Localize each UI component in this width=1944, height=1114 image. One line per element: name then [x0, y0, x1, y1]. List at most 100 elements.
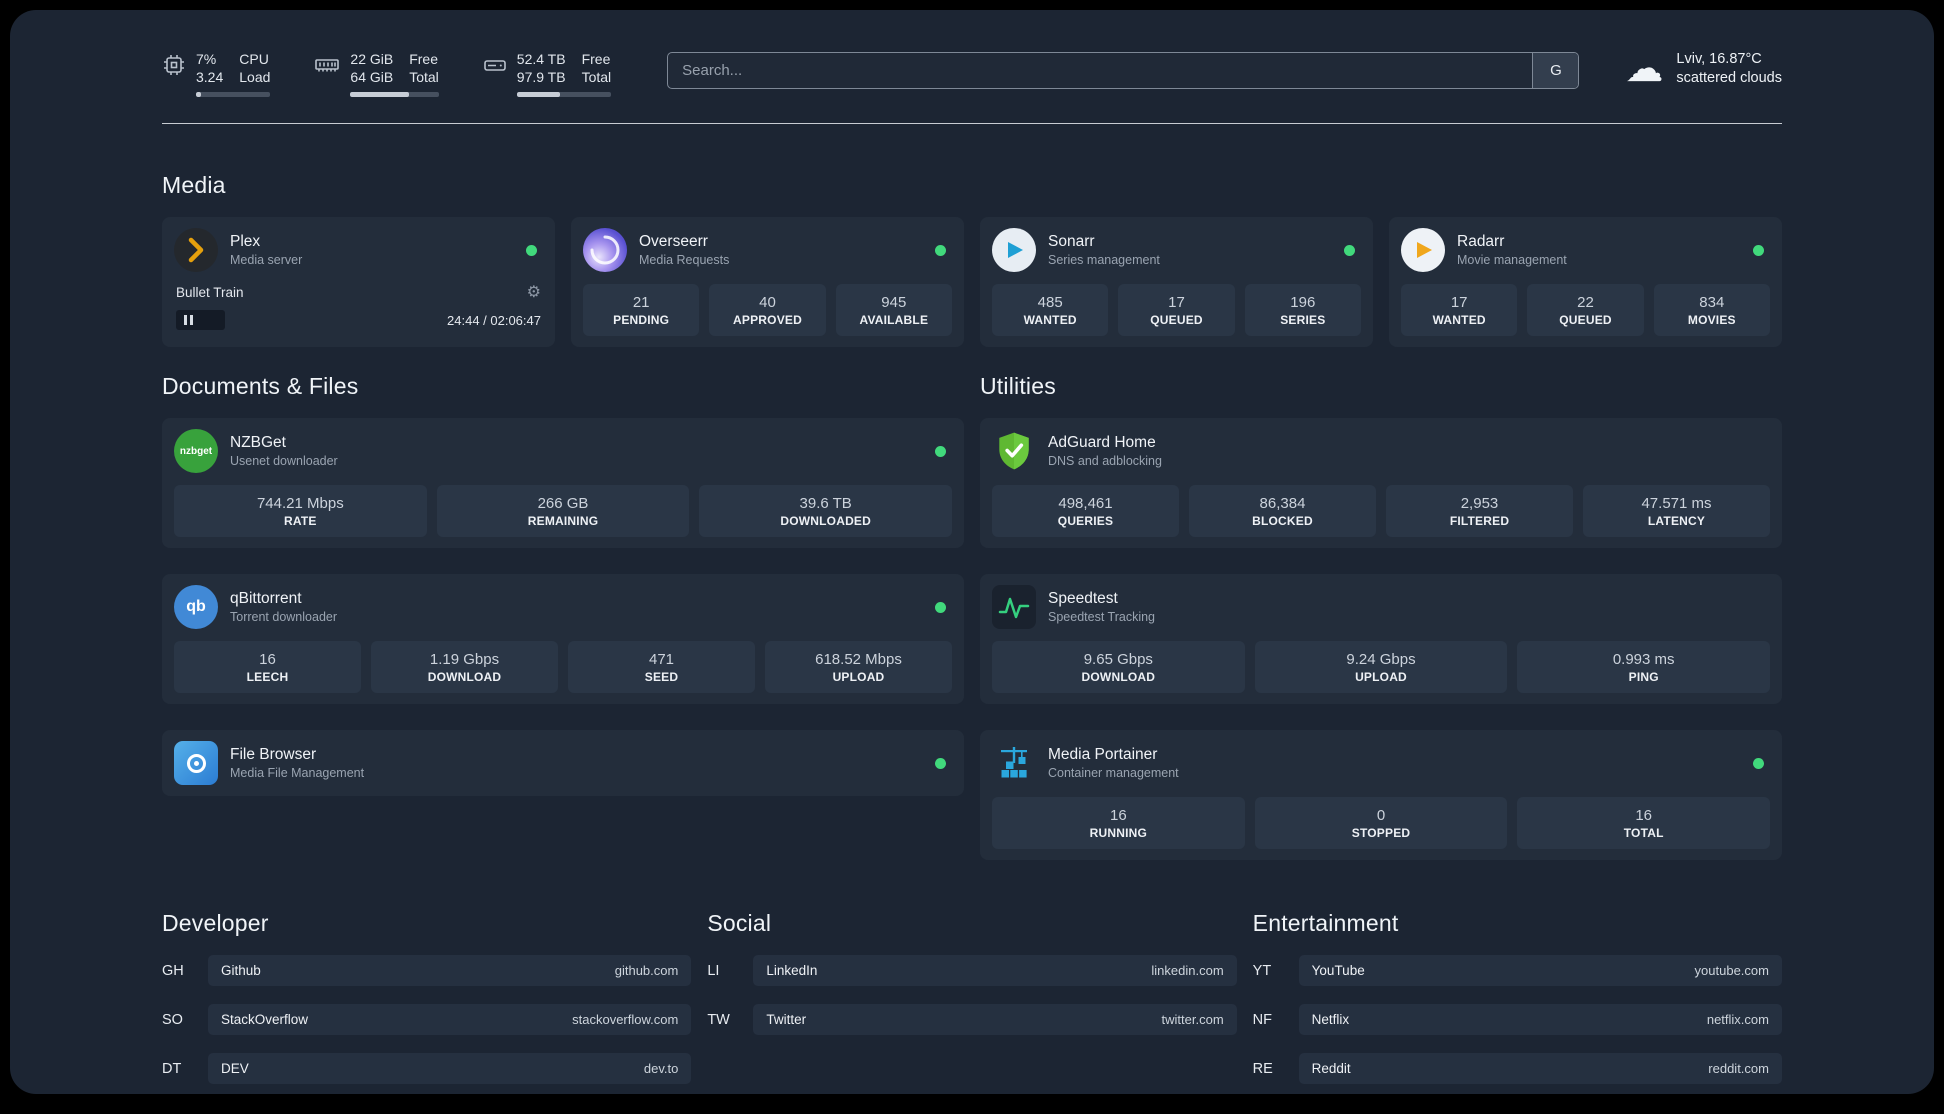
search-bar: G — [667, 52, 1580, 89]
app-link-sonarr[interactable]: Sonarr Series management — [992, 228, 1361, 272]
stat-tile: 16 RUNNING — [992, 797, 1245, 849]
app-card-nzbget: nzbget NZBGet Usenet downloader 744.21 M… — [162, 418, 964, 548]
bookmark-abbr: NF — [1252, 1011, 1272, 1028]
app-link-filebrowser[interactable]: File Browser Media File Management — [174, 741, 952, 785]
stat-label: QUEUED — [1559, 313, 1612, 327]
stat-tile: 498,461 QUERIES — [992, 485, 1179, 537]
stat-label: QUEUED — [1150, 313, 1203, 327]
bookmark-abbr: LI — [707, 962, 720, 979]
bookmark-youtube[interactable]: YouTube youtube.com — [1298, 955, 1782, 986]
cpu-usage-value: 7% — [196, 51, 217, 67]
stat-value: 485 — [1037, 294, 1063, 311]
bookmark-twitter[interactable]: Twitter twitter.com — [753, 1004, 1237, 1035]
search-input[interactable] — [668, 53, 1533, 88]
app-card-adguard: AdGuard Home DNS and adblocking 498,461 … — [980, 418, 1782, 548]
disk-free-value: 52.4 TB — [516, 51, 566, 67]
stat-label: REMAINING — [527, 514, 599, 528]
stat-value: 0 — [1376, 807, 1386, 824]
app-link-adguard[interactable]: AdGuard Home DNS and adblocking — [992, 429, 1770, 473]
status-dot — [526, 244, 537, 256]
stat-tile: 17 WANTED — [1401, 284, 1518, 336]
app-card-speedtest: Speedtest Speedtest Tracking 9.65 Gbps D… — [980, 574, 1782, 704]
section-title-documents: Documents & Files — [162, 373, 359, 399]
weather-location: Lviv, 16.87°C — [1676, 51, 1762, 67]
stat-value: 47.571 ms — [1641, 495, 1712, 512]
seek-bar[interactable] — [176, 310, 433, 330]
sonarr-icon — [992, 228, 1036, 272]
bookmark-abbr: TW — [707, 1011, 730, 1028]
stat-tile: 485 WANTED — [992, 284, 1109, 336]
status-dot — [935, 757, 946, 769]
app-subtitle: Torrent downloader — [230, 610, 338, 624]
stat-label: WANTED — [1432, 313, 1486, 327]
overseerr-icon — [583, 228, 627, 272]
stat-value: 1.19 Gbps — [429, 651, 500, 668]
search-provider-button[interactable]: G — [1532, 53, 1579, 88]
stat-label: PING — [1628, 670, 1659, 684]
stat-value: 196 — [1290, 294, 1316, 311]
now-playing-title: Bullet Train — [176, 284, 244, 300]
stat-label: RUNNING — [1089, 826, 1148, 840]
app-card-plex: Plex Media server Bullet Train ⚙ 24:44 /… — [162, 217, 555, 347]
memory-total-value: 64 GiB — [350, 69, 394, 85]
cpu-usage-bar — [196, 92, 271, 97]
memory-free-label: Free — [409, 51, 439, 67]
app-subtitle: Media Requests — [639, 253, 730, 267]
stat-value: 9.65 Gbps — [1083, 651, 1153, 668]
app-link-qbittorrent[interactable]: qb qBittorrent Torrent downloader — [174, 585, 952, 629]
stat-tile: 834 MOVIES — [1653, 284, 1770, 336]
app-link-nzbget[interactable]: nzbget NZBGet Usenet downloader — [174, 429, 952, 473]
app-subtitle: Movie management — [1457, 253, 1567, 267]
settings-gear-icon[interactable]: ⚙ — [527, 282, 541, 302]
stat-label: RATE — [284, 514, 317, 528]
app-link-overseerr[interactable]: Overseerr Media Requests — [583, 228, 952, 272]
section-media: Media Plex Media server Bullet Train ⚙ 2… — [162, 172, 1782, 347]
stat-tile: 17 QUEUED — [1118, 284, 1235, 336]
bookmark-url: github.com — [614, 963, 679, 978]
bookmark-row: GH Github github.com — [162, 955, 692, 986]
stat-label: PENDING — [613, 313, 670, 327]
bookmark-url: twitter.com — [1161, 1012, 1224, 1027]
app-name: qBittorrent — [230, 590, 302, 607]
stat-tile: 40 APPROVED — [709, 284, 826, 336]
app-link-speedtest[interactable]: Speedtest Speedtest Tracking — [992, 585, 1770, 629]
bookmark-row: TW Twitter twitter.com — [707, 1004, 1237, 1035]
app-subtitle: Series management — [1048, 253, 1160, 267]
bookmark-abbr: DT — [162, 1060, 182, 1077]
bookmark-reddit[interactable]: Reddit reddit.com — [1298, 1053, 1782, 1084]
adguard-icon — [992, 429, 1036, 473]
section-title-entertainment: Entertainment — [1252, 910, 1399, 936]
cloud-icon: ☁ — [1625, 48, 1664, 90]
section-utilities: Utilities AdGuard Home DNS and adblockin… — [980, 373, 1782, 860]
pause-icon[interactable] — [184, 315, 193, 325]
now-playing-widget: Bullet Train ⚙ 24:44 / 02:06:47 — [174, 282, 543, 330]
bookmark-label: StackOverflow — [221, 1012, 309, 1027]
stat-value: 2,953 — [1460, 495, 1499, 512]
stat-tile: 16 TOTAL — [1517, 797, 1771, 849]
section-title-social: Social — [707, 910, 772, 936]
bookmark-url: linkedin.com — [1151, 963, 1224, 978]
bookmark-github[interactable]: Github github.com — [208, 955, 692, 986]
stat-tile: 196 SERIES — [1244, 284, 1361, 336]
bookmark-row: RE Reddit reddit.com — [1253, 1053, 1782, 1084]
app-link-plex[interactable]: Plex Media server — [174, 228, 543, 272]
nzbget-icon: nzbget — [174, 429, 218, 473]
stat-value: 618.52 Mbps — [815, 651, 902, 668]
bookmark-stackoverflow[interactable]: StackOverflow stackoverflow.com — [208, 1004, 692, 1035]
status-dot — [1344, 244, 1355, 256]
stat-label: DOWNLOAD — [1081, 670, 1156, 684]
bookmark-label: Github — [221, 963, 261, 978]
app-subtitle: DNS and adblocking — [1048, 454, 1162, 468]
app-link-portainer[interactable]: Media Portainer Container management — [992, 741, 1770, 785]
stat-tile: 266 GB REMAINING — [436, 485, 690, 537]
speedtest-icon — [992, 585, 1036, 629]
stat-value: 834 — [1699, 294, 1725, 311]
bookmark-dev[interactable]: DEV dev.to — [208, 1053, 692, 1084]
plex-icon — [174, 228, 218, 272]
app-card-portainer: Media Portainer Container management 16 … — [980, 730, 1782, 860]
app-subtitle: Usenet downloader — [230, 454, 338, 468]
bookmark-netflix[interactable]: Netflix netflix.com — [1298, 1004, 1782, 1035]
app-link-radarr[interactable]: Radarr Movie management — [1401, 228, 1770, 272]
app-card-radarr: Radarr Movie management 17 WANTED 22 QUE… — [1389, 217, 1782, 347]
bookmark-linkedin[interactable]: LinkedIn linkedin.com — [753, 955, 1237, 986]
